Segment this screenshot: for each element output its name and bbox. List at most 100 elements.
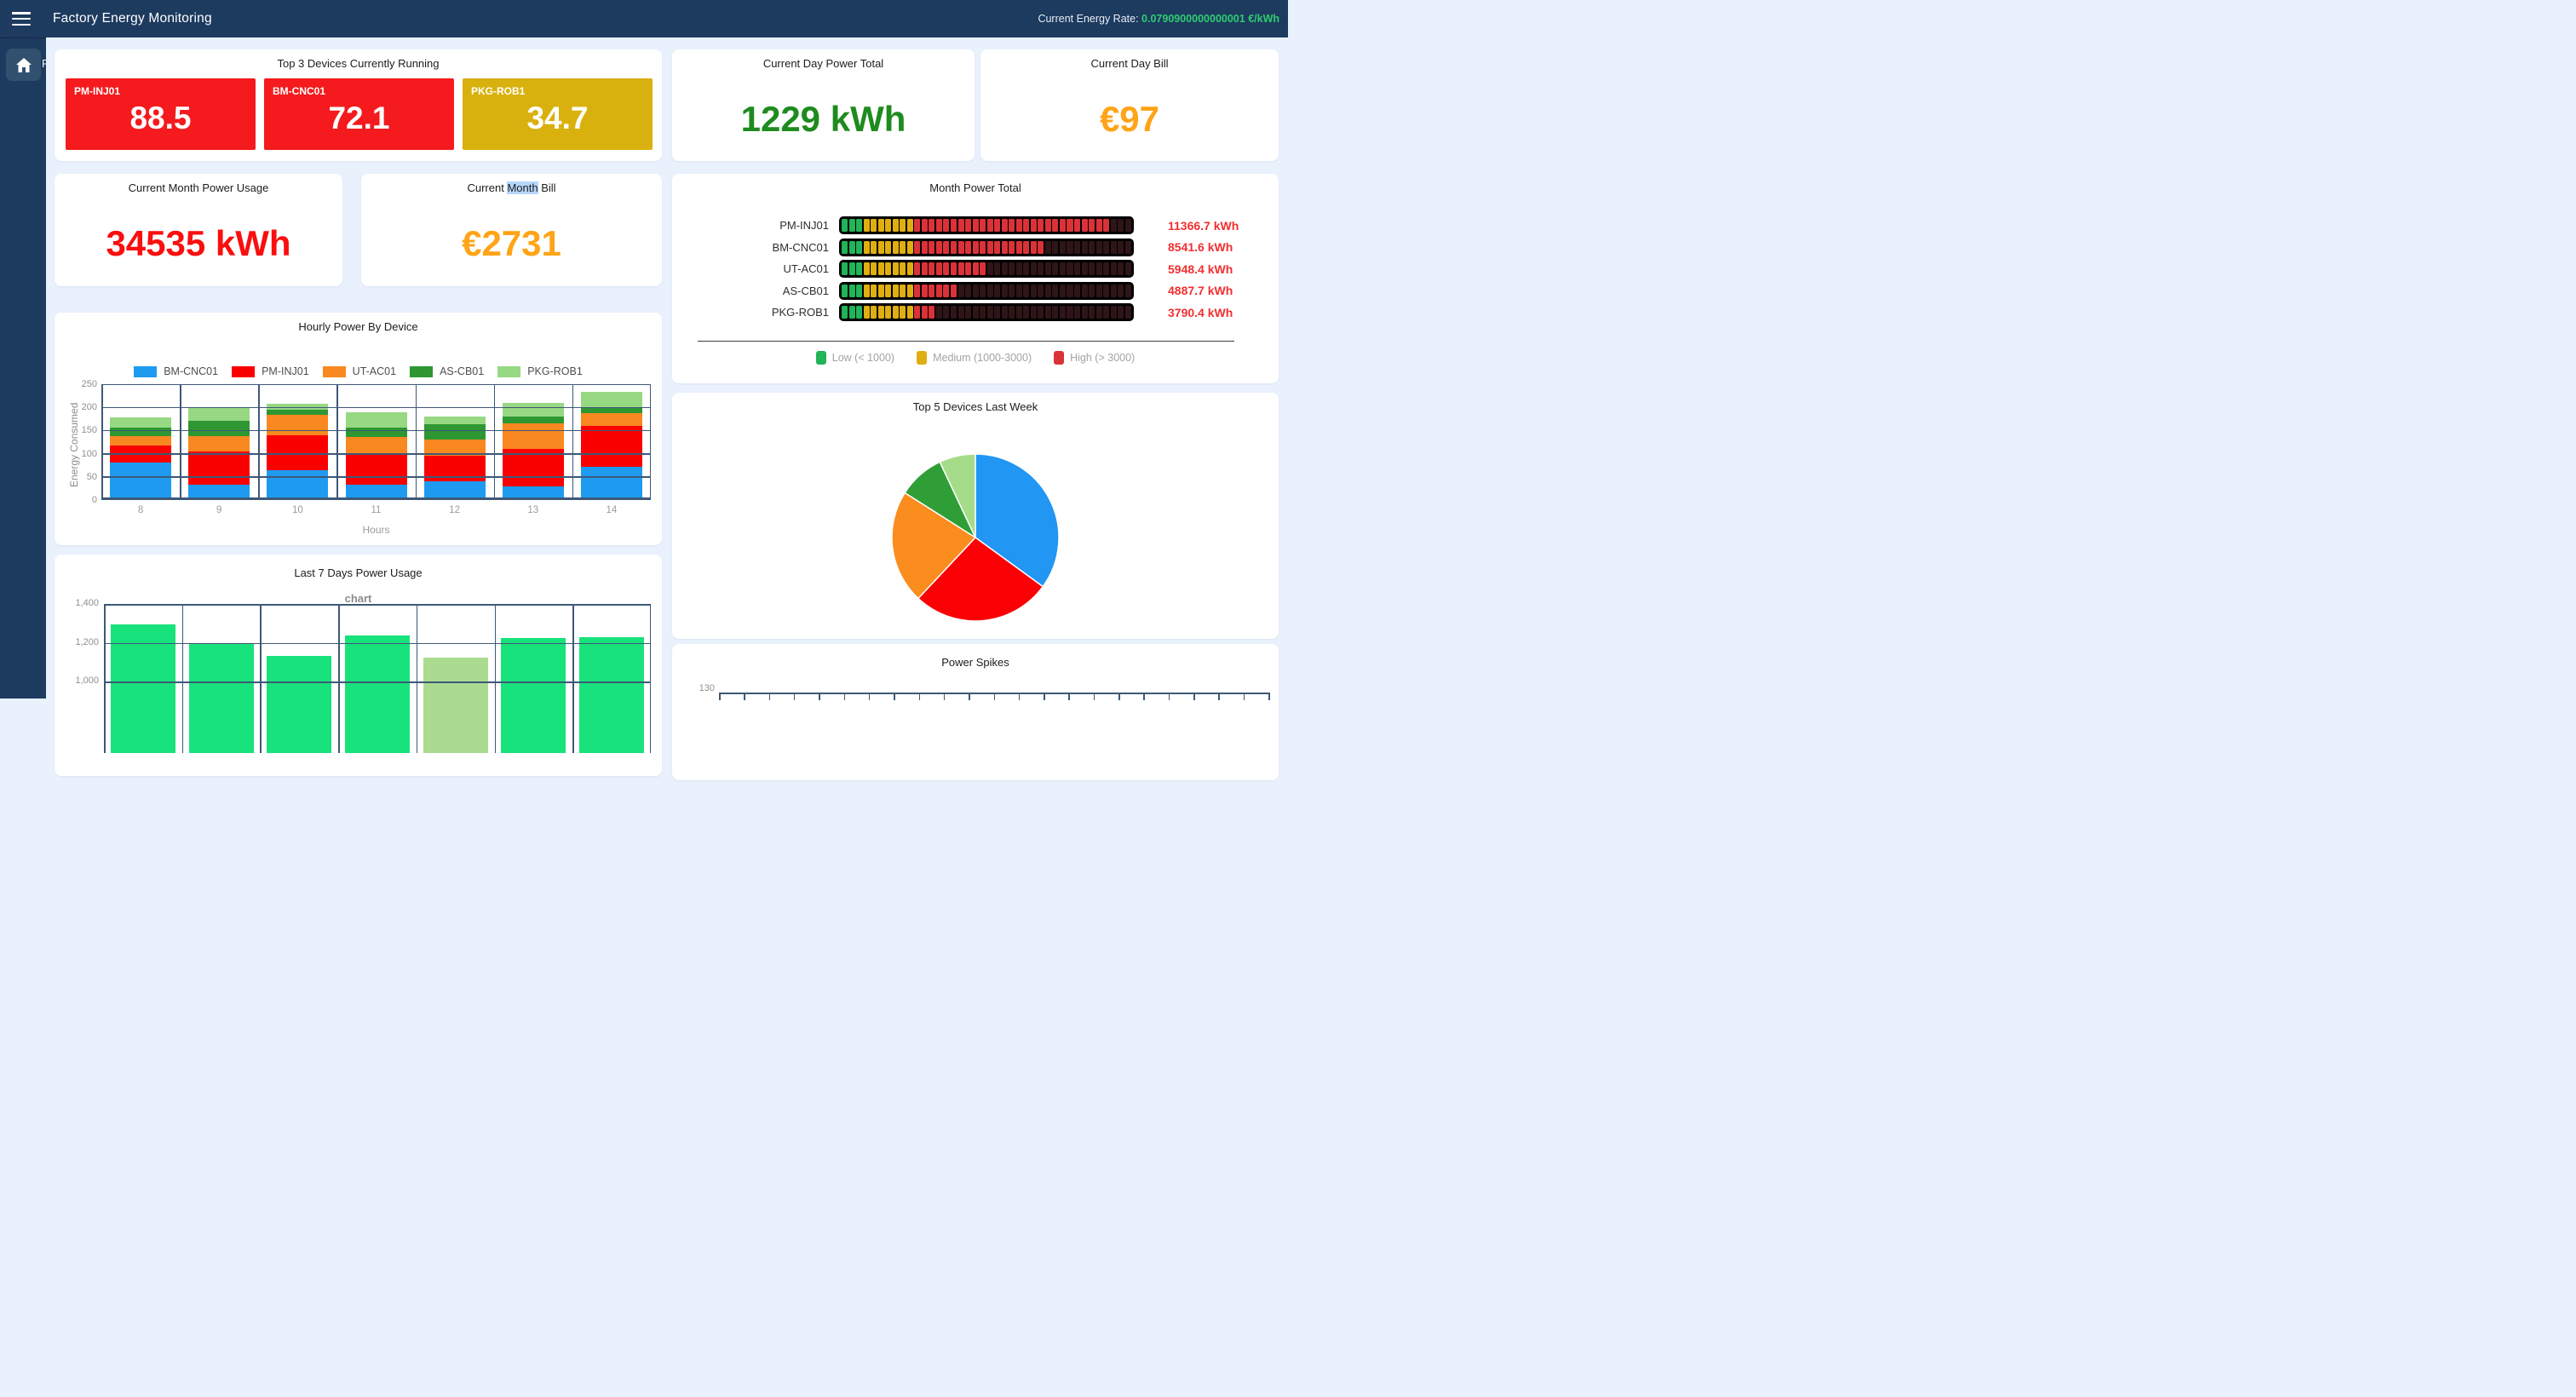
stacked-bar-segment — [581, 408, 642, 413]
stacked-bar-segment — [267, 470, 328, 500]
gridline-v — [101, 384, 103, 500]
pie-svg — [890, 452, 1061, 623]
legend-label: High (> 3000) — [1070, 352, 1135, 364]
day-bill-value: €97 — [980, 99, 1279, 140]
axis-tick — [969, 693, 970, 700]
menu-icon[interactable] — [12, 12, 31, 26]
stacked-bar-segment — [188, 451, 250, 485]
axis-tick — [1268, 693, 1270, 700]
energy-rate-label: Current Energy Rate: — [1038, 13, 1138, 25]
device-label: UT-AC01 — [672, 262, 839, 275]
gridline-v — [338, 604, 340, 753]
legend-item: PKG-ROB1 — [497, 365, 583, 377]
stacked-bar-segment — [503, 403, 564, 416]
stacked-bar-segment — [188, 408, 250, 421]
energy-rate-value: 0.0790900000000001 — [1141, 13, 1245, 25]
top3-tiles: PM-INJ0188.5BM-CNC0172.1PKG-ROB134.7 — [66, 78, 653, 150]
app-header: Factory Energy Monitoring Current Energy… — [0, 0, 1288, 37]
legend-label: Medium (1000-3000) — [933, 352, 1032, 364]
x-tick-label: 11 — [336, 505, 415, 515]
y-tick-label: 250 — [61, 379, 97, 389]
device-tile-label: BM-CNC01 — [273, 85, 325, 97]
stacked-bar-segment — [346, 455, 407, 485]
title-text: Bill — [538, 181, 556, 194]
axis-tick — [894, 693, 895, 700]
y-tick-label: 150 — [61, 425, 97, 435]
gridline-v — [258, 384, 260, 500]
last7-plot — [104, 604, 651, 753]
axis-tick — [1019, 693, 1021, 700]
gridline-v — [416, 384, 417, 500]
legend-item: Low (< 1000) — [816, 351, 894, 365]
axis-tick — [844, 693, 846, 700]
stacked-bar-segment — [110, 417, 171, 428]
home-button[interactable] — [6, 49, 41, 81]
device-total-value: 11366.7 kWh — [1168, 219, 1239, 233]
stacked-bar-segment — [346, 412, 407, 428]
stacked-bar-segment — [110, 463, 171, 500]
app-title: Factory Energy Monitoring — [53, 11, 212, 26]
legend-swatch — [323, 366, 346, 377]
axis-tick — [919, 693, 921, 700]
legend-swatch — [816, 351, 826, 365]
month-bar-row: UT-AC015948.4 kWh — [672, 258, 1279, 279]
gridline-v — [260, 604, 262, 753]
chart-title: Top 5 Devices Last Week — [672, 400, 1279, 413]
stacked-bar-segment — [581, 467, 642, 500]
gridline-v — [495, 604, 497, 753]
legend-item: Medium (1000-3000) — [917, 351, 1032, 365]
month-usage-value: 34535 kWh — [55, 223, 342, 264]
card-month-power-total: Month Power Total PM-INJ0111366.7 kWhBM-… — [672, 174, 1279, 383]
spikes-ytick: 130 — [677, 683, 715, 693]
device-tile: PKG-ROB134.7 — [463, 78, 653, 150]
gridline-h — [104, 643, 651, 645]
x-tick-label: 12 — [416, 505, 494, 515]
axis-tick — [1094, 693, 1095, 700]
hourly-yticks: 050100150200250 — [61, 384, 97, 500]
month-bar-row: AS-CB014887.7 kWh — [672, 280, 1279, 302]
device-total-value: 3790.4 kWh — [1168, 306, 1233, 319]
y-tick-label: 50 — [61, 472, 97, 482]
axis-tick — [1218, 693, 1220, 700]
spikes-axis — [719, 693, 1268, 694]
card-title: Current Day Bill — [980, 57, 1279, 70]
x-tick-label: 10 — [258, 505, 336, 515]
legend-item: UT-AC01 — [323, 365, 396, 377]
x-tick-label: 8 — [101, 505, 180, 515]
gridline-v — [182, 604, 184, 753]
home-icon — [16, 58, 32, 72]
card-hourly-power: Hourly Power By Device BM-CNC01PM-INJ01U… — [55, 313, 662, 545]
card-title: Top 3 Devices Currently Running — [55, 57, 662, 70]
last7-yticks: 1,4001,2001,000 — [60, 604, 99, 740]
card-title: Current Month Power Usage — [55, 181, 342, 194]
card-top3-devices: Top 3 Devices Currently Running PM-INJ01… — [55, 49, 662, 161]
device-label: PKG-ROB1 — [672, 306, 839, 319]
gridline-v — [417, 604, 418, 753]
gridline-h — [101, 430, 651, 432]
legend-swatch — [497, 366, 520, 377]
gridline-h — [104, 604, 651, 606]
stacked-bar-segment — [581, 392, 642, 408]
axis-tick — [1143, 693, 1145, 700]
gridline-h — [101, 497, 651, 500]
day-power-total-value: 1229 kWh — [672, 99, 975, 140]
device-tile: BM-CNC0172.1 — [264, 78, 454, 150]
axis-tick — [769, 693, 771, 700]
stacked-bar-segment — [503, 423, 564, 449]
day-bar — [189, 643, 254, 754]
gridline-v — [104, 604, 106, 753]
y-tick-label: 200 — [61, 402, 97, 412]
device-tile-value: 34.7 — [463, 101, 653, 136]
stacked-bar-segment — [110, 428, 171, 436]
hourly-xlabel: Hours — [101, 524, 651, 536]
segmented-bar — [839, 216, 1134, 234]
stacked-bar-segment — [424, 424, 486, 439]
card-month-bill: Current Month Bill €2731 — [361, 174, 662, 286]
gridline-v — [336, 384, 338, 500]
gridline-v — [572, 604, 574, 753]
legend-label: Low (< 1000) — [832, 352, 894, 364]
gridline-h — [101, 407, 651, 409]
segmented-bar — [839, 260, 1134, 278]
legend-swatch — [1054, 351, 1064, 365]
card-last7-days: Last 7 Days Power Usage chart 1,4001,200… — [55, 555, 662, 776]
